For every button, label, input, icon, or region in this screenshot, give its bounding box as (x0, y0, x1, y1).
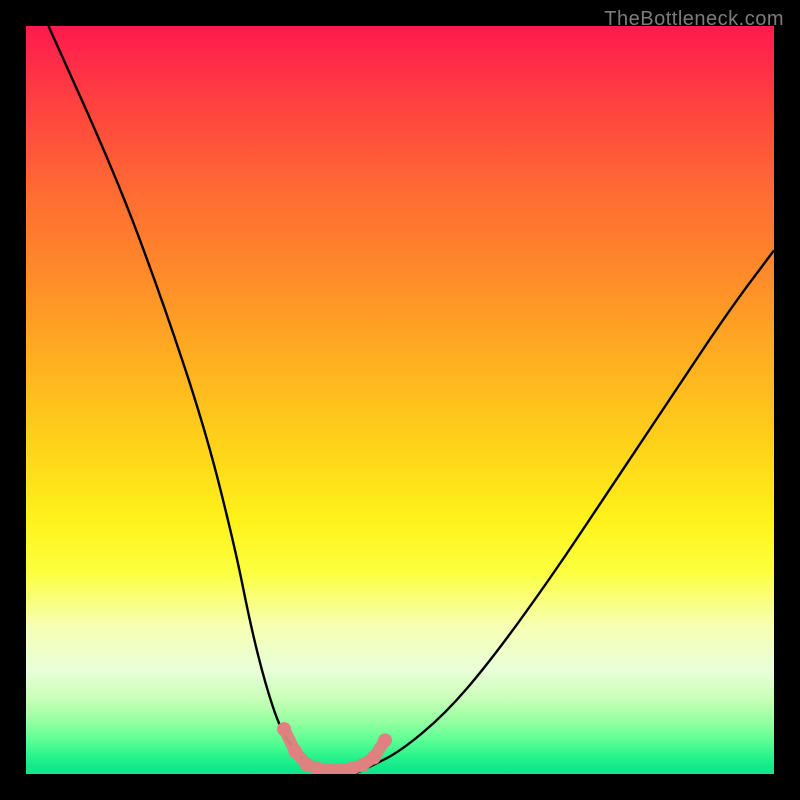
chart-plot-area (26, 26, 774, 774)
bottleneck-curve (48, 26, 774, 774)
highlight-dot (367, 751, 381, 765)
highlight-dot (277, 722, 291, 736)
highlight-dot (288, 745, 302, 759)
highlight-dot (378, 733, 392, 747)
bottleneck-chart-svg (26, 26, 774, 774)
watermark-text: TheBottleneck.com (604, 8, 784, 31)
